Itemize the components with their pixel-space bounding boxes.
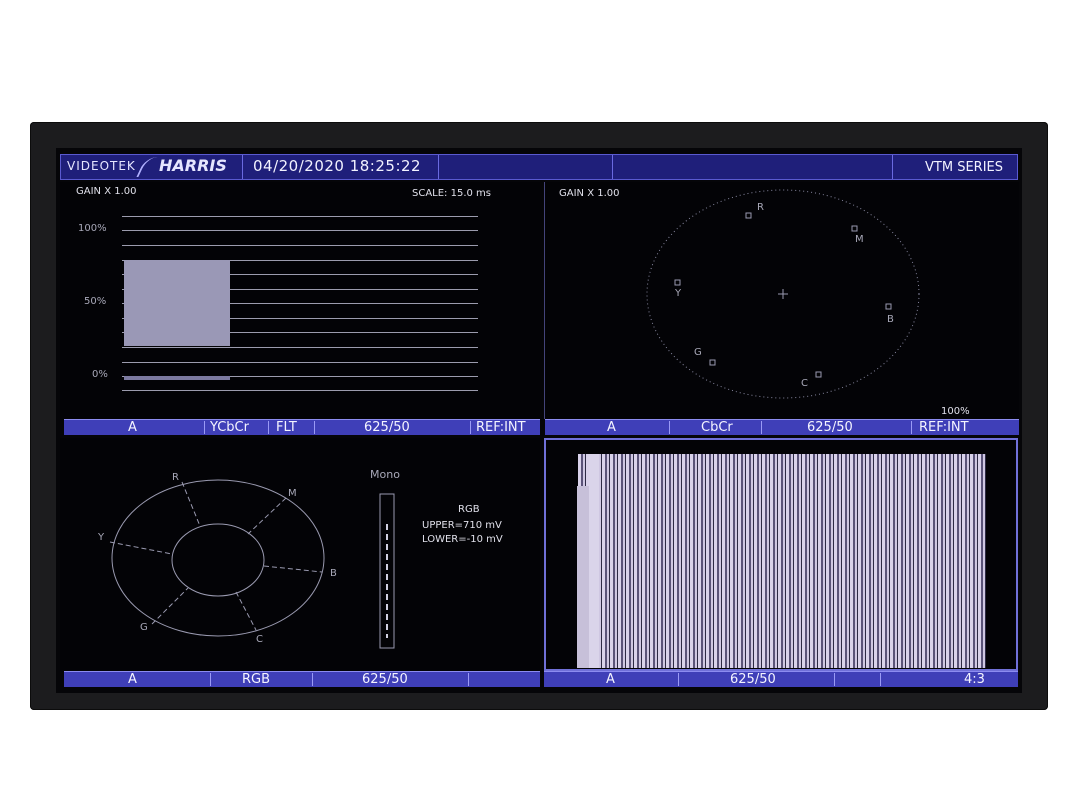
header-empty-cell-2 [613,155,893,179]
status-format: 625/50 [362,672,408,687]
gamut-panel[interactable]: R M Y B G C Mono RGB UPPER=710 mV LOWER=… [60,438,540,687]
target-m: M [288,488,297,499]
tick-50: 50% [84,296,107,307]
graticule-line [122,362,478,363]
vectorscope-graticule [646,189,920,399]
status-filter: FLT [276,420,297,435]
target-m: M [855,234,864,245]
status-ref: REF:INT [919,420,969,435]
gamut-lower: LOWER=-10 mV [422,534,503,545]
waveform-gain: GAIN X 1.00 [76,186,137,197]
status-separator [834,673,835,686]
datetime: 04/20/2020 18:25:22 [253,157,422,175]
graticule-line [122,216,478,217]
target-b: B [330,568,337,579]
status-separator [210,673,211,686]
status-separator [314,421,315,434]
status-format: 625/50 [807,420,853,435]
series-label: VTM SERIES [925,160,1003,175]
target-g: G [694,347,702,358]
status-mode: RGB [242,672,271,687]
monitor-screen: VIDEOTEK HARRIS 04/20/2020 18:25:22 VTM … [56,148,1022,693]
target-c: C [256,634,263,645]
graticule-line [122,230,478,231]
status-mode: YCbCr [210,420,249,435]
waveform-panel[interactable]: GAIN X 1.00 SCALE: 15.0 ms 100% 50% 0% A… [60,182,540,435]
picture-image [578,454,986,668]
status-input: A [607,420,616,435]
status-separator [880,673,881,686]
gamut-graticule [109,479,395,649]
target-y: Y [98,532,105,543]
tick-100: 100% [78,223,107,234]
status-separator [204,421,205,434]
status-format: 625/50 [364,420,410,435]
status-separator [911,421,912,434]
status-format: 625/50 [730,672,776,687]
status-mode: CbCr [701,420,733,435]
brand-cell: VIDEOTEK HARRIS [61,155,243,179]
graticule-line [122,390,478,391]
status-separator [470,421,471,434]
status-separator [669,421,670,434]
status-input: A [606,672,615,687]
status-separator [268,421,269,434]
gamut-upper: UPPER=710 mV [422,520,502,531]
target-g: G [140,622,148,633]
status-input: A [128,420,137,435]
graticule-line [122,245,478,246]
waveform-trace-black [124,376,230,380]
tick-0: 0% [92,369,108,380]
vector-percent: 100% [941,406,970,417]
harris-logo: HARRIS [159,156,227,175]
picture-status-bar: A 625/50 4:3 [544,671,1018,687]
status-separator [468,673,469,686]
status-ref: REF:INT [476,420,526,435]
target-b: B [887,314,894,325]
gamut-title: RGB [458,504,480,515]
mono-label: Mono [370,468,400,481]
graticule-line [122,347,478,348]
header-empty-cell-1 [439,155,613,179]
header-bar: VIDEOTEK HARRIS 04/20/2020 18:25:22 VTM … [60,154,1018,180]
picture-edge [589,454,599,668]
waveform-trace-block [124,260,230,346]
status-separator [312,673,313,686]
vector-status-bar: A CbCr 625/50 REF:INT [545,419,1019,435]
status-separator [761,421,762,434]
vectorscope-panel[interactable]: GAIN X 1.00 R M Y B G C 100% A CbCr 625/… [544,182,1019,435]
status-separator [678,673,679,686]
picture-edge [577,486,589,668]
target-c: C [801,378,808,389]
datetime-cell: 04/20/2020 18:25:22 [243,155,439,179]
picture-panel[interactable]: A 625/50 4:3 [544,438,1018,687]
series-cell: VTM SERIES [893,155,1017,179]
waveform-scale: SCALE: 15.0 ms [412,188,492,199]
videotek-logo: VIDEOTEK [67,159,136,173]
status-aspect: 4:3 [964,672,985,687]
waveform-status-bar: A YCbCr FLT 625/50 REF:INT [64,419,540,435]
target-r: R [757,202,764,213]
status-input: A [128,672,137,687]
target-y: Y [675,288,682,299]
gamut-status-bar: A RGB 625/50 [64,671,540,687]
target-r: R [172,472,179,483]
